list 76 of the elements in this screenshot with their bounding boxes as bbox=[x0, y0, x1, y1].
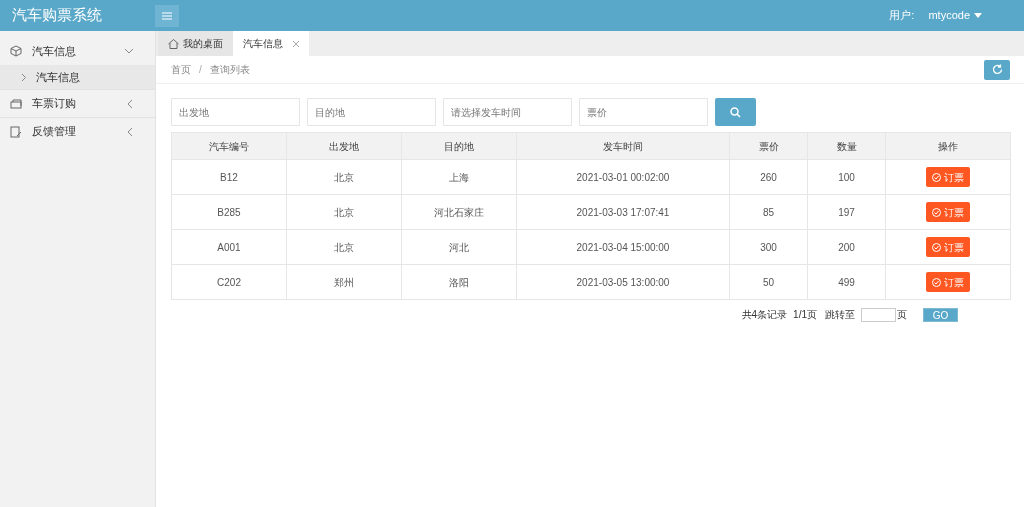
table-cell: 2021-03-01 00:02:00 bbox=[516, 159, 730, 195]
table-cell: C202 bbox=[171, 264, 287, 300]
check-circle-icon bbox=[932, 242, 941, 252]
sidebar-subitem[interactable]: 汽车信息 bbox=[0, 65, 155, 89]
close-icon bbox=[293, 40, 299, 47]
tab[interactable]: 汽车信息 bbox=[233, 31, 309, 56]
table-cell: 郑州 bbox=[286, 264, 402, 300]
page-indicator: 1/1页 bbox=[793, 308, 817, 322]
table-cell: B12 bbox=[171, 159, 287, 195]
chevron-down-icon bbox=[125, 48, 133, 54]
check-circle-icon bbox=[932, 277, 941, 287]
column-header: 数量 bbox=[807, 132, 886, 160]
table-cell: 2021-03-03 17:07:41 bbox=[516, 194, 730, 230]
column-header: 票价 bbox=[729, 132, 808, 160]
table-cell: 499 bbox=[807, 264, 886, 300]
table-cell: B285 bbox=[171, 194, 287, 230]
table-cell: 河北石家庄 bbox=[401, 194, 517, 230]
search-field[interactable]: 目的地 bbox=[307, 98, 436, 126]
breadcrumb-link[interactable]: 首页 bbox=[171, 62, 191, 77]
book-button[interactable]: 订票 bbox=[926, 237, 970, 257]
book-button[interactable]: 订票 bbox=[926, 202, 970, 222]
sidebar-item[interactable]: 车票订购 bbox=[0, 89, 155, 117]
sidebar-item[interactable]: 反馈管理 bbox=[0, 117, 155, 145]
chevron-left-icon bbox=[128, 99, 133, 108]
table-cell: 2021-03-04 15:00:00 bbox=[516, 229, 730, 265]
column-header: 发车时间 bbox=[516, 132, 730, 160]
table-cell: 260 bbox=[729, 159, 808, 195]
table-cell: A001 bbox=[171, 229, 287, 265]
record-count: 共4条记录 bbox=[741, 308, 788, 322]
table-cell: 北京 bbox=[286, 229, 402, 265]
check-circle-icon bbox=[932, 207, 941, 217]
table-cell: 洛阳 bbox=[401, 264, 517, 300]
table-cell: 上海 bbox=[401, 159, 517, 195]
check-circle-icon bbox=[932, 172, 941, 182]
table-cell: 100 bbox=[807, 159, 886, 195]
table-cell: 河北 bbox=[401, 229, 517, 265]
user-menu[interactable]: mtycode bbox=[928, 7, 982, 24]
book-button[interactable]: 订票 bbox=[926, 272, 970, 292]
breadcrumb-link[interactable]: 查询列表 bbox=[209, 62, 250, 77]
menu-button[interactable] bbox=[155, 4, 179, 27]
table-cell: 85 bbox=[729, 194, 808, 230]
chevron-right-icon bbox=[22, 73, 26, 81]
search-field[interactable]: 出发地 bbox=[171, 98, 300, 126]
table-cell: 300 bbox=[729, 229, 808, 265]
refresh-button[interactable] bbox=[984, 59, 1010, 80]
edit-document-icon bbox=[10, 125, 22, 138]
table-cell: 197 bbox=[807, 194, 886, 230]
column-header: 操作 bbox=[885, 132, 1011, 160]
page-unit: 页 bbox=[897, 308, 907, 322]
caret-icon bbox=[974, 13, 982, 18]
breadcrumb-separator: / bbox=[199, 63, 202, 77]
app-title: 汽车购票系统 bbox=[11, 5, 103, 26]
cube-icon bbox=[10, 45, 22, 57]
home-icon bbox=[168, 38, 179, 49]
search-icon bbox=[730, 106, 741, 118]
column-header: 汽车编号 bbox=[171, 132, 287, 160]
tab[interactable]: 我的桌面 bbox=[158, 31, 233, 56]
search-button[interactable] bbox=[715, 98, 756, 126]
column-header: 出发地 bbox=[286, 132, 402, 160]
table-cell: 北京 bbox=[286, 194, 402, 230]
search-field[interactable]: 票价 bbox=[579, 98, 708, 126]
user-label: 用户: bbox=[889, 8, 915, 24]
search-field[interactable]: 请选择发车时间 bbox=[443, 98, 572, 126]
jump-label: 跳转至 bbox=[825, 308, 855, 322]
table-cell: 2021-03-05 13:00:00 bbox=[516, 264, 730, 300]
go-button[interactable]: GO bbox=[923, 307, 958, 322]
table-cell: 北京 bbox=[286, 159, 402, 195]
refresh-icon bbox=[991, 64, 1003, 75]
chevron-left-icon bbox=[128, 127, 133, 136]
book-button[interactable]: 订票 bbox=[926, 167, 970, 187]
sidebar-item[interactable]: 汽车信息 bbox=[0, 37, 155, 65]
page-input[interactable] bbox=[861, 307, 896, 322]
table-cell: 50 bbox=[729, 264, 808, 300]
menu-icon bbox=[162, 11, 172, 20]
table-cell: 200 bbox=[807, 229, 886, 265]
column-header: 目的地 bbox=[401, 132, 517, 160]
